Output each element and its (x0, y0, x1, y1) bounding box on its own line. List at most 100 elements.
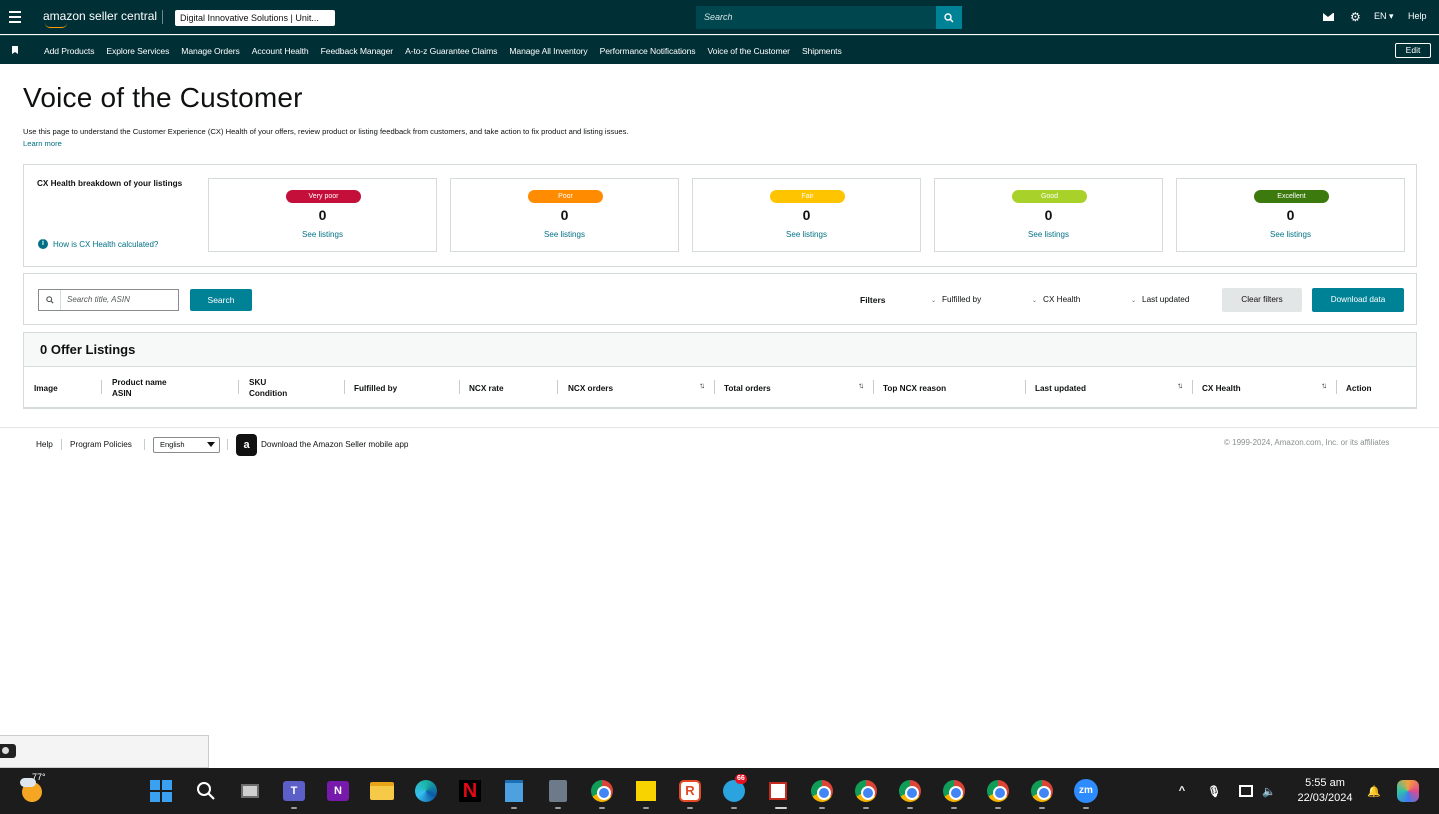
fulfilled-by-dropdown[interactable]: ⌄ Fulfilled by (931, 295, 981, 304)
amazon-app-icon[interactable]: a (236, 434, 257, 456)
amazon-smile-icon (45, 23, 67, 28)
cx-health-panel: CX Health breakdown of your listings i H… (23, 164, 1417, 267)
chrome-profile-icon[interactable] (986, 779, 1010, 803)
amazon-seller-central-logo[interactable]: amazon seller central (43, 9, 158, 28)
footer-program-policies-link[interactable]: Program Policies (70, 440, 132, 449)
column-header-last-updated[interactable]: Last updated (1035, 368, 1086, 408)
page-description: Use this page to understand the Customer… (23, 127, 629, 136)
learn-more-link[interactable]: Learn more (23, 139, 62, 148)
see-listings-poor[interactable]: See listings (451, 230, 678, 239)
footer-language-select[interactable]: English (153, 437, 220, 453)
filters-label: Filters (860, 295, 886, 305)
global-search-button[interactable] (936, 6, 962, 29)
weather-widget[interactable]: 77° (20, 772, 48, 802)
footer-language-value: English (160, 440, 185, 449)
column-divider (557, 380, 558, 394)
account-switcher[interactable]: Digital Innovative Solutions | Unit... (175, 10, 335, 26)
nav-item-a-to-z-claims[interactable]: A-to-z Guarantee Claims (405, 46, 497, 56)
download-app-link[interactable]: Download the Amazon Seller mobile app (261, 440, 408, 449)
running-indicator (643, 807, 649, 809)
language-selector[interactable]: EN ▾ (1374, 11, 1394, 22)
start-icon[interactable] (149, 779, 173, 803)
chevron-down-icon (207, 442, 215, 447)
mail-icon[interactable] (1323, 13, 1334, 21)
column-header-cx-health[interactable]: CX Health (1202, 368, 1241, 408)
calculator-icon[interactable] (546, 779, 570, 803)
zoom-icon[interactable]: zm (1074, 779, 1098, 803)
task-view-icon[interactable] (238, 779, 262, 803)
cx-health-calculation-link[interactable]: i How is CX Health calculated? (38, 239, 158, 249)
nav-item-add-products[interactable]: Add Products (44, 46, 95, 56)
running-indicator (291, 807, 297, 809)
column-header-top-ncx-reason: Top NCX reason (883, 383, 947, 393)
teams-icon[interactable]: T (282, 779, 306, 803)
r-app-icon[interactable]: R (678, 779, 702, 803)
menu-icon[interactable] (9, 11, 21, 23)
cx-health-dropdown[interactable]: ⌄ CX Health (1032, 295, 1080, 304)
floating-camera-overlay[interactable] (0, 735, 209, 768)
search-icon[interactable] (194, 779, 218, 803)
snipping-tool-icon[interactable] (766, 779, 790, 803)
logo-text: amazon seller central (43, 9, 158, 23)
network-icon[interactable] (1234, 779, 1258, 803)
windows-taskbar: 77° T N N R 66 zm ^ 🎙 🔈 5:55 am 22/03/20… (0, 768, 1439, 814)
nav-item-shipments[interactable]: Shipments (802, 46, 842, 56)
nav-item-manage-orders[interactable]: Manage Orders (181, 46, 240, 56)
telegram-icon[interactable]: 66 (722, 774, 747, 803)
chrome-profile-icon[interactable] (810, 779, 834, 803)
edit-nav-button[interactable]: Edit (1395, 43, 1431, 58)
global-search-input[interactable]: Search (696, 6, 936, 29)
sort-icon[interactable]: ↑↓ (1177, 381, 1183, 390)
notepad-icon[interactable] (502, 779, 526, 803)
see-listings-good[interactable]: See listings (935, 230, 1162, 239)
nav-item-feedback-manager[interactable]: Feedback Manager (321, 46, 394, 56)
sort-icon[interactable]: ↑↓ (1321, 381, 1327, 390)
chrome-profile-icon[interactable] (854, 779, 878, 803)
chevron-up-icon[interactable]: ^ (1170, 779, 1194, 803)
help-link[interactable]: Help (1408, 11, 1427, 21)
nav-item-voice-of-customer[interactable]: Voice of the Customer (708, 46, 791, 56)
edge-icon[interactable] (414, 779, 438, 803)
netflix-icon[interactable]: N (458, 779, 482, 803)
column-header-total-orders[interactable]: Total orders (724, 368, 771, 408)
column-divider (714, 380, 715, 394)
nav-item-account-health[interactable]: Account Health (252, 46, 309, 56)
see-listings-fair[interactable]: See listings (693, 230, 920, 239)
download-data-button[interactable]: Download data (1312, 288, 1404, 312)
column-header-product-name: Product name ASIN (112, 378, 167, 398)
sticky-notes-icon[interactable] (634, 779, 658, 803)
onenote-icon[interactable]: N (326, 779, 350, 803)
bookmark-icon[interactable] (12, 46, 18, 54)
search-button[interactable]: Search (190, 289, 252, 311)
nav-item-performance-notifications[interactable]: Performance Notifications (600, 46, 696, 56)
chevron-down-icon: ⌄ (1032, 298, 1038, 304)
volume-icon[interactable]: 🔈 (1257, 779, 1281, 803)
listing-search-input[interactable]: Search title, ASIN (38, 289, 179, 311)
see-listings-excellent[interactable]: See listings (1177, 230, 1404, 239)
system-clock[interactable]: 5:55 am 22/03/2024 (1293, 776, 1357, 806)
gear-icon[interactable]: ⚙ (1350, 11, 1361, 23)
file-explorer-icon[interactable] (370, 779, 394, 803)
copilot-icon[interactable] (1396, 779, 1420, 803)
footer-divider (0, 427, 1439, 428)
footer-help-link[interactable]: Help (36, 440, 53, 449)
microphone-icon[interactable]: 🎙 (1202, 779, 1226, 803)
health-count-fair: 0 (802, 207, 811, 223)
last-updated-dropdown[interactable]: ⌄ Last updated (1131, 295, 1189, 304)
nav-item-explore-services[interactable]: Explore Services (106, 46, 169, 56)
chrome-icon[interactable] (590, 779, 614, 803)
chrome-profile-icon[interactable] (898, 779, 922, 803)
column-header-ncx-orders[interactable]: NCX orders (568, 368, 613, 408)
nav-bar: Add Products Explore Services Manage Ord… (0, 35, 1439, 64)
chrome-profile-icon[interactable] (1030, 779, 1054, 803)
running-indicator (907, 807, 913, 809)
clear-filters-button[interactable]: Clear filters (1222, 288, 1302, 312)
telegram-badge: 66 (735, 774, 747, 784)
nav-item-manage-inventory[interactable]: Manage All Inventory (509, 46, 587, 56)
notification-icon[interactable]: 🔔 (1362, 779, 1386, 803)
chrome-profile-icon[interactable] (942, 779, 966, 803)
running-indicator (731, 807, 737, 809)
see-listings-very-poor[interactable]: See listings (209, 230, 436, 239)
sort-icon[interactable]: ↑↓ (858, 381, 864, 390)
sort-icon[interactable]: ↑↓ (699, 381, 705, 390)
